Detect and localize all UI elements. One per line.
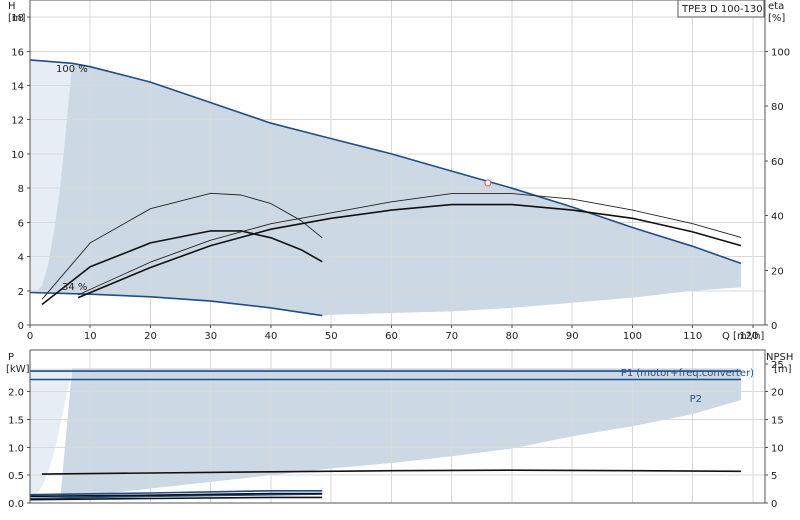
flow-x-tick-label: 70 — [445, 331, 458, 342]
power-y2-tick-label: 15 — [771, 416, 784, 427]
head-y2-tick-label: 20 — [771, 266, 784, 277]
head-y2-tick-label: 40 — [771, 212, 784, 223]
pump-performance-chart: 0246810121416180204060801000 10 20 30 40 50 60… — [6, 0, 793, 510]
npsh-axis-label: NPSH — [766, 352, 793, 363]
flow-x-tick-label: 40 — [265, 331, 278, 342]
power-operating-area — [60, 368, 741, 501]
head-axis-label: H — [8, 1, 16, 12]
power-y-tick-label: 1.0 — [8, 443, 24, 454]
flow-x-tick-label: 0 — [27, 331, 33, 342]
chart-title: TPE3 D 100-130 — [681, 4, 763, 15]
flow-x-tick-label: 100 — [623, 331, 642, 342]
head-y-tick-label: 16 — [11, 47, 24, 58]
head-efficiency-panel: 0246810121416180204060801000 10 20 30 40 50 60… — [8, 0, 790, 342]
flow-x-tick-label: 30 — [204, 331, 217, 342]
eta-axis-unit: [%] — [768, 13, 785, 24]
head-y2-tick-label: 0 — [771, 321, 777, 332]
power-npsh-panel: 0.00.51.01.52.00510152025 P [kW] NPSH [m… — [6, 349, 793, 510]
flow-x-tick-label: 80 — [506, 331, 519, 342]
p2-series-label: P2 — [690, 394, 702, 405]
power-axis-unit: [kW] — [6, 364, 30, 375]
head-y-tick-label: 6 — [18, 218, 24, 229]
power-y2-tick-label: 10 — [771, 443, 784, 454]
duty-point-marker — [484, 179, 492, 187]
head-axis-unit: [m] — [8, 13, 26, 24]
power-y-tick-label: 2.0 — [8, 388, 24, 399]
annotation-34-percent: 34 % — [62, 282, 87, 293]
head-y2-tick-label: 80 — [771, 102, 784, 113]
head-y-tick-label: 10 — [11, 150, 24, 161]
flow-x-tick-label: 110 — [683, 331, 702, 342]
power-y-tick-label: 0.5 — [8, 471, 24, 482]
power-axis-label: P — [8, 352, 14, 363]
flow-x-tick-label: 50 — [325, 331, 338, 342]
head-y-tick-label: 12 — [11, 116, 24, 127]
power-y2-tick-label: 0 — [771, 499, 777, 510]
power-y-tick-label: 0.0 — [8, 499, 24, 510]
head-y-tick-label: 4 — [18, 253, 24, 264]
power-y2-tick-label: 5 — [771, 471, 777, 482]
flow-x-tick-label: 60 — [385, 331, 398, 342]
p1-series-label: P1 (motor+freq.converter) — [621, 368, 754, 379]
power-y-tick-label: 1.5 — [8, 416, 24, 427]
npsh-axis-unit: [m] — [774, 364, 792, 375]
head-y-tick-label: 2 — [18, 287, 24, 298]
flow-x-tick-label: 90 — [566, 331, 579, 342]
head-y2-tick-label: 100 — [771, 47, 790, 58]
power-shaded-regions — [30, 368, 741, 501]
head-y2-tick-label: 60 — [771, 157, 784, 168]
annotation-100-percent: 100 % — [56, 64, 88, 75]
power-y2-tick-label: 20 — [771, 388, 784, 399]
head-y-tick-label: 8 — [18, 184, 24, 195]
head-y-tick-label: 14 — [11, 82, 24, 93]
flow-axis-label: Q [m³/h] — [722, 331, 764, 342]
head-y-tick-label: 0 — [18, 321, 24, 332]
eta-axis-label: eta — [768, 1, 784, 12]
flow-x-tick-label: 10 — [84, 331, 97, 342]
flow-x-tick-label: 20 — [144, 331, 157, 342]
